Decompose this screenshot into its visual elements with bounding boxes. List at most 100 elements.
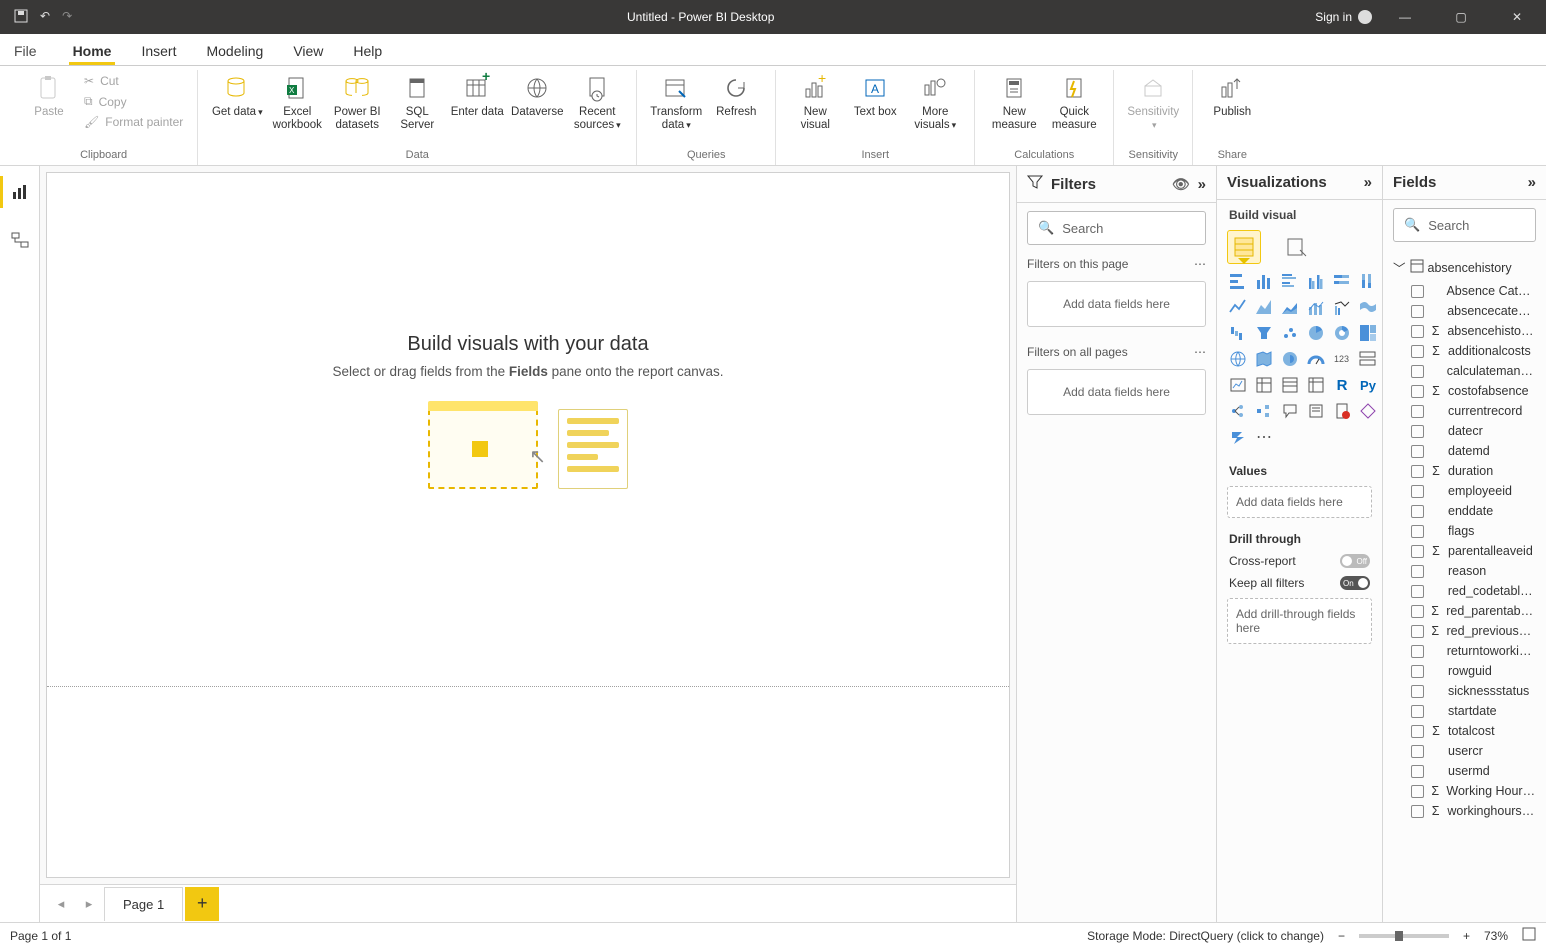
field-row[interactable]: calculatemanually	[1387, 361, 1542, 381]
field-row[interactable]: usercr	[1387, 741, 1542, 761]
viz-line-column-icon[interactable]	[1305, 296, 1327, 318]
tab-modeling[interactable]: Modeling	[202, 37, 267, 65]
field-checkbox[interactable]	[1411, 345, 1424, 358]
publish-button[interactable]: Publish	[1203, 70, 1261, 123]
field-row[interactable]: Σworkinghourslost	[1387, 801, 1542, 821]
field-checkbox[interactable]	[1411, 625, 1424, 638]
fields-table-row[interactable]: ﹀ absencehistory	[1387, 254, 1542, 281]
viz-clustered-bar-icon[interactable]	[1279, 270, 1301, 292]
field-row[interactable]: sicknessstatus	[1387, 681, 1542, 701]
field-checkbox[interactable]	[1411, 725, 1424, 738]
field-checkbox[interactable]	[1411, 305, 1424, 318]
refresh-button[interactable]: Refresh	[707, 70, 765, 123]
viz-100-column-icon[interactable]	[1357, 270, 1379, 292]
field-checkbox[interactable]	[1411, 565, 1424, 578]
field-row[interactable]: Absence Category	[1387, 281, 1542, 301]
viz-treemap-icon[interactable]	[1357, 322, 1379, 344]
tab-file[interactable]: File	[10, 37, 41, 65]
field-row[interactable]: Σduration	[1387, 461, 1542, 481]
field-row[interactable]: usermd	[1387, 761, 1542, 781]
new-visual-button[interactable]: +New visual	[786, 70, 844, 136]
viz-key-influencers-icon[interactable]	[1227, 400, 1249, 422]
filters-on-all-drop[interactable]: Add data fields here	[1027, 369, 1206, 415]
field-row[interactable]: rowguid	[1387, 661, 1542, 681]
field-row[interactable]: employeeid	[1387, 481, 1542, 501]
field-checkbox[interactable]	[1411, 785, 1424, 798]
tab-insert[interactable]: Insert	[137, 37, 180, 65]
viz-100-bar-icon[interactable]	[1331, 270, 1353, 292]
viz-azure-map-icon[interactable]	[1279, 348, 1301, 370]
zoom-in-button[interactable]: +	[1463, 929, 1470, 943]
viz-donut-icon[interactable]	[1331, 322, 1353, 344]
field-row[interactable]: Σabsencehistoryid	[1387, 321, 1542, 341]
tab-view[interactable]: View	[289, 37, 327, 65]
field-checkbox[interactable]	[1411, 385, 1424, 398]
field-row[interactable]: returntoworkinte...	[1387, 641, 1542, 661]
storage-mode[interactable]: Storage Mode: DirectQuery (click to chan…	[1087, 929, 1324, 943]
viz-card-icon[interactable]: 123	[1331, 348, 1353, 370]
field-row[interactable]: Σred_parentabsen...	[1387, 601, 1542, 621]
sign-in-button[interactable]: Sign in	[1315, 10, 1372, 24]
viz-ribbon-icon[interactable]	[1357, 296, 1379, 318]
viz-line-icon[interactable]	[1227, 296, 1249, 318]
more-icon[interactable]: ⋯	[1194, 257, 1206, 271]
model-view-button[interactable]	[8, 228, 32, 252]
field-checkbox[interactable]	[1411, 705, 1424, 718]
field-checkbox[interactable]	[1411, 745, 1424, 758]
viz-kpi-icon[interactable]	[1227, 374, 1249, 396]
viz-decomposition-icon[interactable]	[1253, 400, 1275, 422]
field-checkbox[interactable]	[1411, 325, 1424, 338]
fit-page-button[interactable]	[1522, 927, 1536, 944]
tab-home[interactable]: Home	[69, 37, 116, 65]
field-checkbox[interactable]	[1411, 685, 1424, 698]
minimize-button[interactable]: —	[1382, 0, 1428, 34]
viz-clustered-column-icon[interactable]	[1305, 270, 1327, 292]
field-checkbox[interactable]	[1411, 765, 1424, 778]
viz-paginated-icon[interactable]	[1331, 400, 1353, 422]
field-row[interactable]: reason	[1387, 561, 1542, 581]
field-row[interactable]: datecr	[1387, 421, 1542, 441]
field-checkbox[interactable]	[1411, 545, 1424, 558]
field-checkbox[interactable]	[1411, 445, 1424, 458]
field-row[interactable]: enddate	[1387, 501, 1542, 521]
viz-filled-map-icon[interactable]	[1253, 348, 1275, 370]
quick-measure-button[interactable]: Quick measure	[1045, 70, 1103, 136]
viz-gauge-icon[interactable]	[1305, 348, 1327, 370]
field-checkbox[interactable]	[1411, 805, 1424, 818]
drillthrough-drop[interactable]: Add drill-through fields here	[1227, 598, 1372, 644]
page-tab-1[interactable]: Page 1	[104, 887, 183, 921]
new-measure-button[interactable]: New measure	[985, 70, 1043, 136]
viz-py-icon[interactable]: Py	[1357, 374, 1379, 396]
maximize-button[interactable]: ▢	[1438, 0, 1484, 34]
field-row[interactable]: Σadditionalcosts	[1387, 341, 1542, 361]
fields-search[interactable]: 🔍 Search	[1393, 208, 1536, 242]
zoom-out-button[interactable]: −	[1338, 929, 1345, 943]
dataverse-button[interactable]: Dataverse	[508, 70, 566, 123]
excel-button[interactable]: XExcel workbook	[268, 70, 326, 136]
redo-icon[interactable]: ↷	[62, 9, 72, 26]
page-prev-button[interactable]: ◂	[48, 891, 74, 917]
field-checkbox[interactable]	[1411, 605, 1424, 618]
keep-filters-toggle[interactable]: On	[1340, 576, 1370, 590]
field-checkbox[interactable]	[1411, 525, 1424, 538]
field-row[interactable]: ΣWorking Hours L...	[1387, 781, 1542, 801]
field-checkbox[interactable]	[1411, 465, 1424, 478]
undo-icon[interactable]: ↶	[40, 9, 50, 26]
field-checkbox[interactable]	[1411, 485, 1424, 498]
field-row[interactable]: red_codetableid	[1387, 581, 1542, 601]
field-checkbox[interactable]	[1411, 585, 1424, 598]
save-icon[interactable]	[14, 9, 28, 26]
viz-stacked-area-icon[interactable]	[1279, 296, 1301, 318]
field-checkbox[interactable]	[1411, 645, 1424, 658]
viz-multicard-icon[interactable]	[1357, 348, 1379, 370]
close-button[interactable]: ✕	[1494, 0, 1540, 34]
sql-server-button[interactable]: SQL Server	[388, 70, 446, 136]
get-data-button[interactable]: Get data▾	[208, 70, 266, 123]
enter-data-button[interactable]: +Enter data	[448, 70, 506, 123]
viz-area-icon[interactable]	[1253, 296, 1275, 318]
filters-on-page-drop[interactable]: Add data fields here	[1027, 281, 1206, 327]
viz-slicer-icon[interactable]	[1253, 374, 1275, 396]
field-checkbox[interactable]	[1411, 425, 1424, 438]
field-row[interactable]: Σtotalcost	[1387, 721, 1542, 741]
field-row[interactable]: Σcostofabsence	[1387, 381, 1542, 401]
